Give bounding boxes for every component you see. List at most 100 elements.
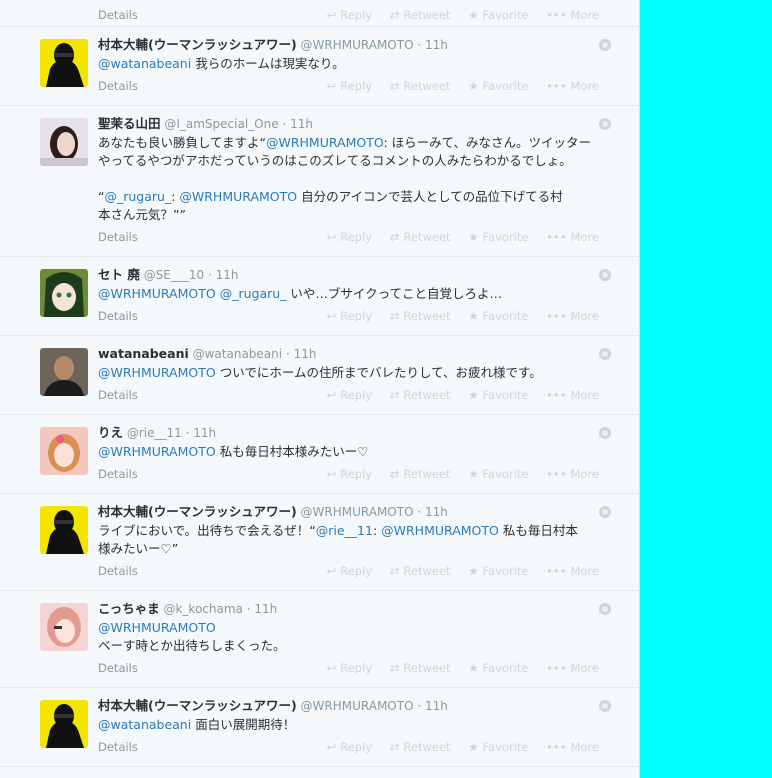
user-handle[interactable]: @rie__11 [127,426,182,440]
more-button[interactable]: ••• More [546,564,599,578]
mention-link[interactable]: @WRHMURAMOTO [98,620,216,635]
mention-link[interactable]: @watanabeani [98,56,191,71]
tweet-line: “@_rugaru_: @WRHMURAMOTO 自分のアイコンで芸人としての品… [98,188,599,206]
reply-button[interactable]: ↩ Reply [327,564,373,578]
more-button[interactable]: ••• More [546,388,599,402]
details-link[interactable]: Details [98,661,138,675]
favorite-button[interactable]: ★ Favorite [468,230,528,244]
user-name[interactable]: りえ [98,425,123,440]
mention-link[interactable]: @WRHMURAMOTO [98,286,216,301]
mention-link[interactable]: @WRHMURAMOTO [179,189,297,204]
user-name[interactable]: watanabeani [98,346,189,361]
more-button[interactable]: ••• More [546,309,599,323]
favorite-button[interactable]: ★ Favorite [468,388,528,402]
avatar[interactable] [40,700,88,748]
favorite-button[interactable]: ★ Favorite [468,79,528,93]
details-link[interactable]: Details [98,388,138,402]
mention-link[interactable]: @_rugaru_ [220,286,287,301]
retweet-button[interactable]: ⇄ Retweet [390,564,451,578]
more-button[interactable]: ••• More [546,661,599,675]
user-name[interactable]: 村本大輔(ウーマンラッシュアワー) [98,504,297,519]
more-button[interactable]: ••• More [546,740,599,754]
avatar[interactable] [40,427,88,475]
mention-link[interactable]: @WRHMURAMOTO [266,135,384,150]
favorite-button[interactable]: ★ Favorite [468,564,528,578]
mention-link[interactable]: @rie__11 [316,523,373,538]
tweet: りえ @rie__11 · 11h @WRHMURAMOTO 私も毎日村本様みた… [0,415,639,494]
avatar[interactable] [40,269,88,317]
reply-button[interactable]: ↩ Reply [327,309,373,323]
timestamp[interactable]: 11h [254,602,277,616]
timestamp[interactable]: 11h [193,426,216,440]
timestamp[interactable]: 11h [425,505,448,519]
user-name[interactable]: 聖茉る山田 [98,116,161,131]
user-name[interactable]: 村本大輔(ウーマンラッシュアワー) [98,37,297,52]
avatar[interactable] [40,39,88,87]
details-link[interactable]: Details [98,467,138,481]
avatar[interactable] [40,603,88,651]
favorite-button[interactable]: ★ Favorite [468,467,528,481]
user-handle[interactable]: @k_kochama [163,602,242,616]
retweet-button[interactable]: ⇄ Retweet [390,661,451,675]
mention-link[interactable]: @WRHMURAMOTO [381,523,499,538]
favorite-button[interactable]: ★ Favorite [468,309,528,323]
details-link[interactable]: Details [98,230,138,244]
tweet-line: @WRHMURAMOTO [98,619,599,637]
reply-icon: ↩ [326,661,337,675]
more-button[interactable]: ••• More [546,79,599,93]
mention-link[interactable]: @_rugaru_ [104,189,171,204]
more-button[interactable]: ••• More [546,8,599,22]
retweet-button[interactable]: ⇄ Retweet [390,467,451,481]
reply-button[interactable]: ↩ Reply [327,8,373,22]
mention-link[interactable]: @watanabeani [98,717,191,732]
mention-link[interactable]: @WRHMURAMOTO [98,444,216,459]
reply-button[interactable]: ↩ Reply [327,661,373,675]
reply-button[interactable]: ↩ Reply [327,230,373,244]
reply-button[interactable]: ↩ Reply [327,79,373,93]
more-button[interactable]: ••• More [546,467,599,481]
details-link[interactable]: Details [98,564,138,578]
mention-link[interactable]: @WRHMURAMOTO [98,365,216,380]
retweet-label: Retweet [403,740,451,754]
favorite-button[interactable]: ★ Favorite [468,8,528,22]
user-handle[interactable]: @WRHMURAMOTO [301,699,414,713]
user-name[interactable]: 村本大輔(ウーマンラッシュアワー) [98,698,297,713]
favorite-icon: ★ [468,740,479,754]
avatar[interactable] [40,348,88,396]
user-name[interactable]: こっちゃま [98,601,160,616]
avatar[interactable] [40,118,88,166]
reply-button[interactable]: ↩ Reply [327,467,373,481]
more-button[interactable]: ••• More [546,230,599,244]
details-link[interactable]: Details [98,740,138,754]
favorite-button[interactable]: ★ Favorite [468,740,528,754]
retweet-button[interactable]: ⇄ Retweet [390,309,451,323]
reply-button[interactable]: ↩ Reply [327,388,373,402]
user-handle[interactable]: @WRHMURAMOTO [301,505,414,519]
retweet-button[interactable]: ⇄ Retweet [390,8,451,22]
user-handle[interactable]: @WRHMURAMOTO [301,38,414,52]
user-handle[interactable]: @watanabeani [193,347,282,361]
timestamp[interactable]: 11h [290,117,313,131]
timestamp[interactable]: 11h [294,347,317,361]
tweet-text: 面白い展開期待！ [191,717,296,732]
timestamp[interactable]: 11h [425,699,448,713]
favorite-button[interactable]: ★ Favorite [468,661,528,675]
retweet-button[interactable]: ⇄ Retweet [390,740,451,754]
retweet-button[interactable]: ⇄ Retweet [390,388,451,402]
user-name[interactable]: セト 廃 [98,267,140,282]
avatar[interactable] [40,506,88,554]
retweet-button[interactable]: ⇄ Retweet [390,230,451,244]
details-link[interactable]: Details [98,79,138,93]
timestamp[interactable]: 11h [425,38,448,52]
reply-button[interactable]: ↩ Reply [327,740,373,754]
tweet: 村本大輔(ウーマンラッシュアワー) @WRHMURAMOTO · 11h ライブ… [0,494,639,591]
reply-label: Reply [340,740,373,754]
retweet-button[interactable]: ⇄ Retweet [390,79,451,93]
user-handle[interactable]: @I_amSpecial_One [164,117,278,131]
timestamp[interactable]: 11h [216,268,239,282]
user-handle[interactable]: @SE___10 [144,268,204,282]
details-link[interactable]: Details [98,8,138,22]
more-label: More [570,564,599,578]
details-link[interactable]: Details [98,309,138,323]
retweet-label: Retweet [403,388,451,402]
